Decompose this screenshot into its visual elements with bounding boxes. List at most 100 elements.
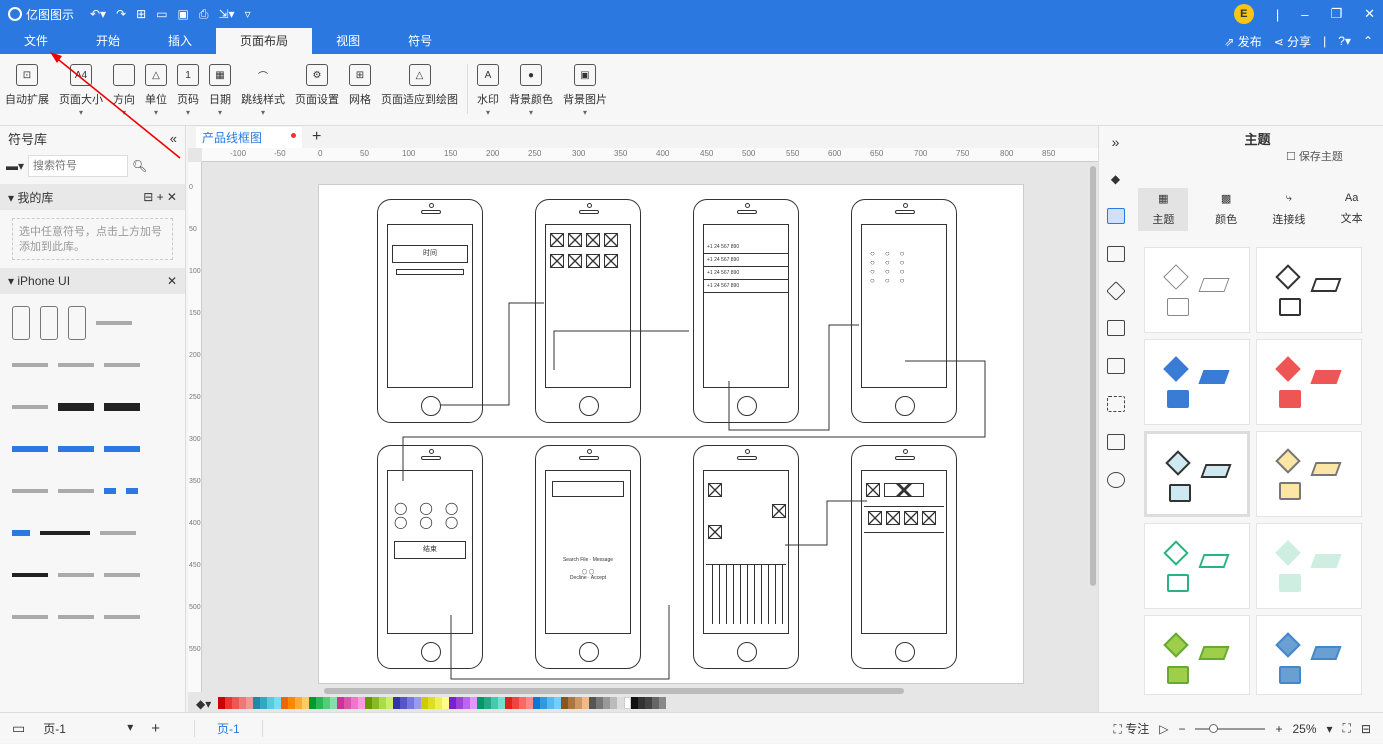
tab-file[interactable]: 文件	[0, 28, 72, 54]
save-icon[interactable]: ▣	[178, 7, 189, 22]
export-icon[interactable]: ⇲▾	[219, 7, 235, 22]
pager-shape[interactable]	[12, 573, 48, 577]
tab-page-layout[interactable]: 页面布局	[216, 28, 313, 54]
library-menu-icon[interactable]: ▬▾	[6, 159, 24, 173]
dots-shape[interactable]	[40, 531, 90, 535]
dots-shape[interactable]	[100, 531, 136, 535]
search-icon[interactable]: 🔍︎	[132, 159, 147, 173]
color-swatch[interactable]	[547, 697, 554, 709]
color-swatch[interactable]	[267, 697, 274, 709]
fit-page-icon[interactable]: ⛶	[1343, 721, 1351, 736]
color-swatch[interactable]	[596, 697, 603, 709]
color-swatch[interactable]	[631, 697, 638, 709]
new-icon[interactable]: ⊞	[136, 7, 146, 22]
color-swatch[interactable]	[414, 697, 421, 709]
background-image-button[interactable]: ▣ 背景图片 ▾	[563, 64, 607, 117]
color-swatch[interactable]	[309, 697, 316, 709]
theme-card[interactable]	[1144, 615, 1250, 695]
color-swatch[interactable]	[477, 697, 484, 709]
theme-card[interactable]	[1256, 339, 1362, 425]
status-bar-shape[interactable]	[104, 363, 140, 367]
page-setup-button[interactable]: ⚙ 页面设置	[295, 64, 339, 107]
list-shape[interactable]	[104, 615, 140, 619]
fill-icon[interactable]: ◆	[1111, 172, 1120, 186]
color-swatch[interactable]	[456, 697, 463, 709]
color-swatch[interactable]	[295, 697, 302, 709]
theme-card[interactable]	[1144, 247, 1250, 333]
color-swatch[interactable]	[568, 697, 575, 709]
button-shape[interactable]	[104, 488, 116, 494]
zoom-level[interactable]: 25%	[1292, 722, 1316, 736]
color-swatch[interactable]	[624, 697, 631, 709]
vertical-scrollbar[interactable]	[1090, 166, 1096, 586]
presentation-icon[interactable]	[1106, 434, 1125, 450]
color-swatch[interactable]	[582, 697, 589, 709]
page-number-button[interactable]: 1 页码 ▾	[177, 64, 199, 117]
page-tab[interactable]: 页-1	[194, 719, 263, 737]
color-swatch[interactable]	[281, 697, 288, 709]
close-icon[interactable]: ✕	[1364, 6, 1375, 22]
color-swatch[interactable]	[393, 697, 400, 709]
color-swatch[interactable]	[533, 697, 540, 709]
color-swatch[interactable]	[652, 697, 659, 709]
save-theme-button[interactable]: ☐ 保存主题	[1286, 148, 1343, 164]
slider-shape[interactable]	[58, 489, 94, 493]
minimize-icon[interactable]: –	[1301, 7, 1308, 22]
image-icon[interactable]	[1106, 246, 1125, 262]
color-swatch[interactable]	[246, 697, 253, 709]
tab-home[interactable]: 开始	[72, 28, 144, 54]
color-swatch[interactable]	[239, 697, 246, 709]
redo-icon[interactable]: ↷	[116, 7, 126, 22]
close-icon[interactable]: ✕	[167, 274, 177, 288]
page-select[interactable]: 页-1 ▾	[43, 720, 133, 737]
color-swatch[interactable]	[589, 697, 596, 709]
tab-text[interactable]: Aa 文本	[1327, 188, 1377, 231]
drawing-page[interactable]: 时间 +1 24 567 890 +1 24 567 890 +1 24 567 8…	[318, 184, 1024, 684]
color-swatch[interactable]	[610, 697, 617, 709]
tab-connector[interactable]: ⤷ 连接线	[1264, 188, 1314, 231]
color-swatch[interactable]	[316, 697, 323, 709]
theme-card[interactable]	[1256, 523, 1362, 609]
color-swatch[interactable]	[498, 697, 505, 709]
layers-icon[interactable]	[1105, 281, 1126, 301]
publish-button[interactable]: ⇗ 发布	[1224, 33, 1261, 50]
data-icon[interactable]	[1106, 358, 1125, 374]
color-swatch[interactable]	[358, 697, 365, 709]
color-swatch[interactable]	[386, 697, 393, 709]
color-swatch[interactable]	[260, 697, 267, 709]
collapse-panel-icon[interactable]: «	[170, 131, 177, 146]
color-swatch[interactable]	[603, 697, 610, 709]
my-library-header[interactable]: ▾ 我的库 ⊟ + ✕	[0, 184, 185, 210]
color-swatch[interactable]	[491, 697, 498, 709]
grid-button[interactable]: ⊞ 网格	[349, 64, 371, 107]
input-shape[interactable]	[58, 573, 94, 577]
status-bar-shape[interactable]	[12, 363, 48, 367]
fit-page-button[interactable]: △ 页面适应到绘图	[381, 64, 458, 107]
color-swatch[interactable]	[519, 697, 526, 709]
history-icon[interactable]	[1106, 472, 1125, 488]
avatar[interactable]: E	[1233, 4, 1254, 24]
color-swatch[interactable]	[232, 697, 239, 709]
color-swatch[interactable]	[617, 697, 624, 709]
color-swatch[interactable]	[253, 697, 260, 709]
tab-theme[interactable]: ▦ 主题	[1138, 188, 1189, 231]
page-size-button[interactable]: A4 页面大小 ▾	[59, 64, 103, 117]
color-swatch[interactable]	[540, 697, 547, 709]
color-swatch[interactable]	[351, 697, 358, 709]
color-swatch[interactable]	[323, 697, 330, 709]
dark-bar-shape[interactable]	[58, 403, 94, 411]
background-color-button[interactable]: ● 背景颜色 ▾	[509, 64, 553, 117]
add-page-icon[interactable]: +	[312, 128, 321, 146]
iphone-shape[interactable]	[40, 306, 58, 340]
button-shape[interactable]	[126, 488, 138, 494]
color-swatch[interactable]	[379, 697, 386, 709]
color-swatch[interactable]	[526, 697, 533, 709]
theme-card[interactable]	[1256, 615, 1362, 695]
play-icon[interactable]: ▷	[1159, 722, 1168, 736]
share-button[interactable]: ⋖ 分享	[1274, 33, 1311, 50]
color-swatch[interactable]	[400, 697, 407, 709]
color-swatch[interactable]	[659, 697, 666, 709]
color-swatch[interactable]	[645, 697, 652, 709]
dark-bar-shape[interactable]	[104, 403, 140, 411]
unit-button[interactable]: △ 单位 ▾	[145, 64, 167, 117]
